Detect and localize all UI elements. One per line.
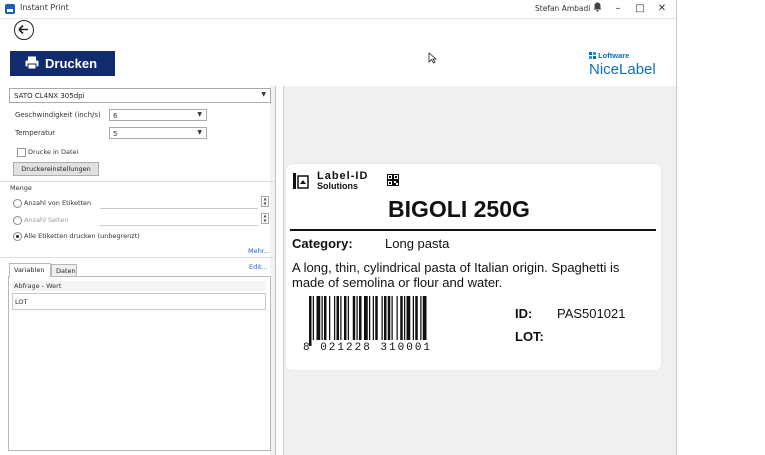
- temperature-label: Temperatur: [15, 129, 56, 137]
- label-description: A long, thin, cylindrical pasta of Itali…: [292, 260, 620, 290]
- barcode-bar: [321, 296, 323, 340]
- barcode-bar: [400, 296, 403, 340]
- chevron-down-icon: ▼: [197, 129, 202, 136]
- barcode-bar: [372, 296, 374, 340]
- barcode-bar: [359, 296, 362, 340]
- close-button[interactable]: ✕: [655, 2, 669, 16]
- printer-select-value: SATO CL4NX 305dpi: [14, 92, 85, 100]
- print-button[interactable]: Drucken: [10, 51, 115, 76]
- qr-icon: [387, 174, 399, 186]
- radio-label-count-label: Anzahl von Etiketten: [24, 199, 92, 207]
- radio-label-count[interactable]: [13, 199, 22, 208]
- edit-link[interactable]: Edit...: [249, 263, 268, 271]
- back-arrow-icon: [18, 24, 28, 35]
- barcode-bar: [356, 296, 358, 340]
- barcode-bar: [324, 296, 327, 340]
- speed-select[interactable]: 6 ▼: [109, 109, 207, 121]
- label-category-key: Category:: [292, 236, 353, 251]
- title-bar: Instant Print Stefan Ambadi – □ ✕: [0, 0, 676, 19]
- printer-settings-button[interactable]: Druckereinstellungen: [13, 162, 99, 176]
- app-window: Instant Print Stefan Ambadi – □ ✕ Drucke…: [0, 0, 677, 455]
- label-count-spinner[interactable]: ▲ ▼: [261, 196, 269, 207]
- barcode-bars: [309, 296, 427, 346]
- label-rule: [290, 229, 656, 231]
- label-title: BIGOLI 250G: [388, 196, 530, 222]
- printer-select[interactable]: SATO CL4NX 305dpi ▼: [9, 88, 271, 103]
- barcode-bar: [406, 296, 411, 340]
- barcode-bar: [396, 296, 398, 340]
- label-id-value: PAS501021: [557, 306, 626, 321]
- minimize-button[interactable]: –: [611, 2, 625, 16]
- barcode-bar: [412, 296, 414, 340]
- barcode-bar: [336, 296, 339, 340]
- label-id-logo-icon: [293, 173, 309, 189]
- label-lot-key: LOT:: [515, 329, 544, 344]
- temperature-value: 5: [113, 130, 118, 138]
- variable-row-lot[interactable]: LOT: [12, 293, 266, 310]
- mouse-cursor-icon: [428, 52, 437, 64]
- variables-column-header: Abfrage - Wert: [12, 281, 266, 291]
- barcode-bar: [309, 296, 312, 346]
- temperature-select[interactable]: 5 ▼: [109, 127, 207, 139]
- barcode-bar: [381, 296, 383, 340]
- app-icon: [5, 4, 15, 14]
- page-count-spinner[interactable]: ▲ ▼: [261, 213, 269, 224]
- barcode-bar: [420, 296, 422, 340]
- barcode: 8 021228 310001: [303, 296, 478, 358]
- radio-page-count-label: Anzahl Seiten: [24, 216, 69, 224]
- print-to-file-checkbox[interactable]: [17, 148, 26, 157]
- divider: [0, 181, 275, 182]
- barcode-bar: [391, 296, 393, 340]
- tab-variables[interactable]: Variablen: [9, 263, 51, 277]
- loftware-icon: [589, 52, 596, 59]
- barcode-bar: [334, 296, 336, 340]
- barcode-bar: [364, 296, 368, 340]
- more-link[interactable]: Mehr...: [248, 247, 270, 255]
- label-id-key: ID:: [515, 306, 533, 321]
- quantity-section-label: Menge: [10, 184, 32, 192]
- barcode-bar: [387, 296, 391, 340]
- label-id-logo: Label-ID Solutions: [292, 170, 402, 191]
- print-button-label: Drucken: [45, 56, 98, 71]
- radio-page-count[interactable]: [13, 216, 22, 225]
- barcode-bar: [384, 296, 387, 340]
- radio-print-all-label: Alle Etiketten drucken (unbegrenzt): [24, 232, 140, 240]
- back-button[interactable]: [14, 20, 34, 40]
- tab-data[interactable]: Daten: [51, 264, 77, 277]
- speed-value: 6: [113, 112, 118, 120]
- barcode-bar: [375, 296, 378, 340]
- barcode-bar: [344, 296, 347, 340]
- maximize-button[interactable]: □: [633, 2, 647, 16]
- barcode-bar: [422, 296, 427, 340]
- barcode-bar: [404, 296, 406, 340]
- label-category-value: Long pasta: [385, 236, 450, 251]
- barcode-bar: [352, 296, 356, 340]
- label-logo-line2: Solutions: [317, 181, 358, 191]
- barcode-bar: [316, 296, 321, 340]
- brand-logo: NiceLabel: [589, 61, 656, 78]
- bell-icon[interactable]: [590, 2, 604, 16]
- page-count-input[interactable]: [100, 214, 258, 226]
- barcode-bar: [340, 296, 342, 340]
- window-title: Instant Print: [20, 3, 69, 12]
- brand-small: Loftware: [589, 51, 629, 60]
- barcode-bar: [312, 296, 314, 340]
- barcode-bar: [369, 296, 371, 340]
- barcode-digits: 8 021228 310001: [303, 342, 433, 354]
- user-name[interactable]: Stefan Ambadi: [535, 4, 590, 13]
- speed-label: Geschwindigkeit (inch/s): [15, 111, 101, 119]
- printer-icon: [25, 56, 39, 70]
- chevron-down-icon: ▼: [261, 91, 266, 98]
- divider: [0, 257, 275, 258]
- radio-print-all[interactable]: [13, 232, 22, 241]
- label-count-input[interactable]: [100, 197, 258, 209]
- print-to-file-label: Drucke in Datei: [28, 148, 79, 156]
- brand-small-text: Loftware: [598, 51, 630, 60]
- barcode-bar: [329, 296, 331, 340]
- barcode-bar: [415, 296, 418, 340]
- chevron-down-icon: ▼: [197, 111, 202, 118]
- barcode-bar: [347, 296, 349, 340]
